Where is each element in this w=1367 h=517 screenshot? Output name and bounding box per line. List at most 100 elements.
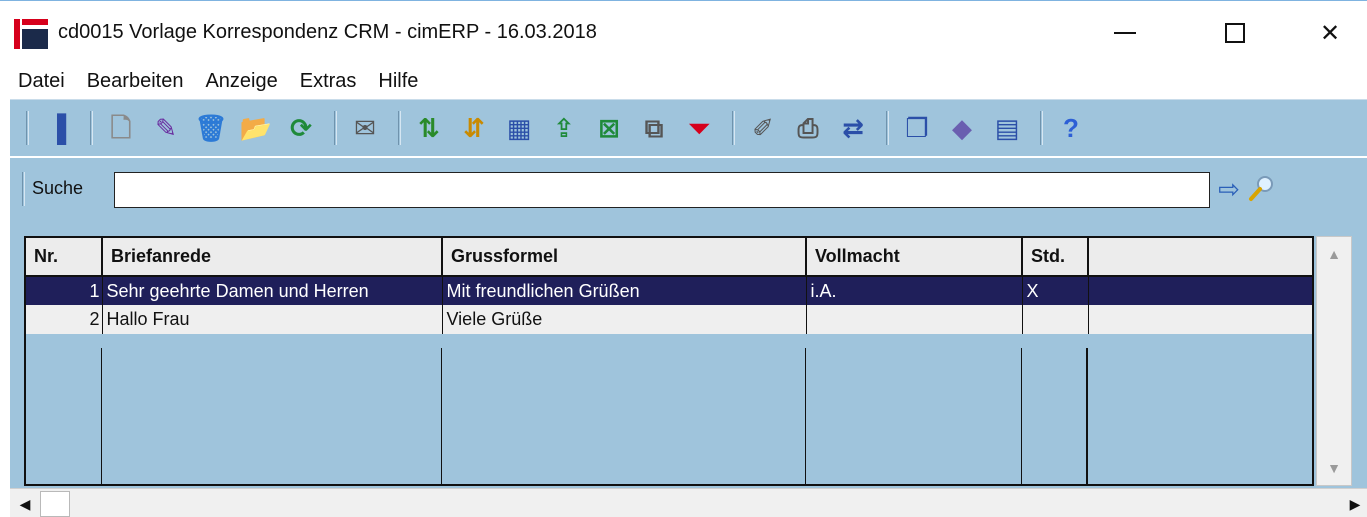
minimize-icon — [1114, 32, 1136, 34]
maximize-button[interactable] — [1205, 11, 1265, 55]
cell-vollmacht[interactable] — [806, 305, 1023, 334]
cell-std[interactable] — [1022, 305, 1089, 334]
table-header-row: Nr. Briefanrede Grussformel Vollmacht St… — [26, 238, 1312, 277]
column-header-empty[interactable] — [1088, 238, 1312, 277]
column-divider — [101, 348, 102, 484]
windows-button[interactable]: ❐ — [897, 106, 937, 150]
close-button[interactable]: ✕ — [1300, 11, 1360, 55]
copy-folder-button[interactable]: 📂 — [236, 106, 276, 150]
table-row[interactable]: 1 Sehr geehrte Damen und Herren Mit freu… — [26, 276, 1312, 305]
app-window: cd0015 Vorlage Korrespondenz CRM - cimER… — [0, 0, 1367, 517]
mail-button[interactable]: ✉ — [345, 106, 385, 150]
scroll-thumb[interactable] — [40, 491, 70, 517]
app-logo-icon — [14, 19, 48, 49]
search-label: Suche — [32, 178, 84, 198]
menu-bar: Datei Bearbeiten Anzeige Extras Hilfe — [0, 63, 1367, 99]
menu-anzeige[interactable]: Anzeige — [205, 70, 277, 93]
calendar-icon: ▤ — [994, 113, 1020, 143]
menu-hilfe[interactable]: Hilfe — [378, 70, 418, 93]
new-document-button[interactable]: 🗋 — [101, 106, 141, 150]
data-grid: Nr. Briefanrede Grussformel Vollmacht St… — [24, 236, 1314, 486]
close-icon: ✕ — [1319, 19, 1341, 47]
print-icon: ⎙ — [797, 113, 819, 143]
minimize-button[interactable] — [1095, 11, 1155, 55]
sort-descending-icon: ⇵ — [463, 113, 485, 143]
new-document-icon: 🗋 — [110, 113, 132, 143]
table-row[interactable]: 2 Hallo Frau Viele Grüße — [26, 305, 1312, 334]
scroll-up-icon[interactable]: ▲ — [1317, 237, 1351, 271]
print-button[interactable]: ⎙ — [788, 106, 828, 150]
copy-folder-icon: 📂 — [239, 113, 273, 143]
cell-vollmacht[interactable]: i.A. — [806, 276, 1023, 305]
column-header-vollmacht[interactable]: Vollmacht — [806, 238, 1023, 277]
column-divider — [1021, 348, 1022, 484]
search-input[interactable] — [114, 172, 1210, 208]
title-bar: cd0015 Vorlage Korrespondenz CRM - cimER… — [0, 1, 1367, 63]
filter-icon: ⏷ — [688, 113, 710, 143]
edit-pencil-button[interactable]: ✎ — [146, 106, 186, 150]
toolbar-separator — [334, 111, 337, 145]
magnifier-icon[interactable] — [1245, 172, 1277, 206]
sort-ascending-button[interactable]: ⇅ — [409, 106, 449, 150]
transfer-button[interactable]: ⇄ — [833, 106, 873, 150]
cell-extra[interactable] — [1088, 276, 1312, 305]
column-header-std[interactable]: Std. — [1022, 238, 1089, 277]
export-icon: ⇪ — [553, 113, 575, 143]
vertical-scrollbar[interactable]: ▲ ▼ — [1316, 236, 1352, 486]
toolbar-separator — [732, 111, 735, 145]
excel-button[interactable]: ⊠ — [589, 106, 629, 150]
edit-pencil-icon: ✎ — [155, 113, 177, 143]
help-icon: ? — [1063, 113, 1079, 143]
delete-bin-button[interactable]: 🗑 — [191, 106, 231, 150]
numbering-icon: ▦ — [506, 113, 532, 143]
column-divider — [805, 348, 806, 484]
menu-datei[interactable]: Datei — [18, 70, 65, 93]
refresh-button[interactable]: ⟳ — [281, 106, 321, 150]
scroll-left-icon[interactable]: ◀ — [10, 489, 40, 517]
cell-grussformel[interactable]: Mit freundlichen Grüßen — [442, 276, 807, 305]
menu-extras[interactable]: Extras — [300, 70, 357, 93]
cell-grussformel[interactable]: Viele Grüße — [442, 305, 807, 334]
horizontal-scrollbar[interactable]: ◀ ▶ — [10, 488, 1367, 517]
book-button[interactable]: ◆ — [942, 106, 982, 150]
export-button[interactable]: ⇪ — [544, 106, 584, 150]
cell-nr[interactable]: 1 — [26, 276, 103, 305]
properties-button[interactable]: ✐ — [743, 106, 783, 150]
column-header-nr[interactable]: Nr. — [26, 238, 103, 277]
search-go-arrow-icon[interactable]: ⇨ — [1215, 172, 1243, 206]
column-divider — [441, 348, 442, 484]
exit-button[interactable]: ▐ — [37, 106, 77, 150]
column-header-briefanrede[interactable]: Briefanrede — [102, 238, 443, 277]
scroll-right-icon[interactable]: ▶ — [1345, 489, 1365, 517]
windows-icon: ❐ — [905, 113, 929, 143]
refresh-icon: ⟳ — [290, 113, 312, 143]
grid-area: Nr. Briefanrede Grussformel Vollmacht St… — [10, 216, 1367, 488]
filter-button[interactable]: ⏷ — [679, 106, 719, 150]
numbering-button[interactable]: ▦ — [499, 106, 539, 150]
sort-descending-button[interactable]: ⇵ — [454, 106, 494, 150]
toolbar-separator — [1040, 111, 1043, 145]
menu-bearbeiten[interactable]: Bearbeiten — [87, 70, 184, 93]
cell-extra[interactable] — [1088, 305, 1312, 334]
exit-icon: ▐ — [47, 113, 67, 143]
excel-icon: ⊠ — [598, 113, 620, 143]
sort-ascending-icon: ⇅ — [418, 113, 440, 143]
cell-std[interactable]: X — [1022, 276, 1089, 305]
help-button[interactable]: ? — [1051, 106, 1091, 150]
properties-icon: ✐ — [752, 113, 774, 143]
cell-briefanrede[interactable]: Hallo Frau — [102, 305, 443, 334]
cell-briefanrede[interactable]: Sehr geehrte Damen und Herren — [102, 276, 443, 305]
cell-nr[interactable]: 2 — [26, 305, 103, 334]
toolbar-separator — [398, 111, 401, 145]
column-header-grussformel[interactable]: Grussformel — [442, 238, 807, 277]
scroll-down-icon[interactable]: ▼ — [1317, 451, 1351, 485]
calendar-button[interactable]: ▤ — [987, 106, 1027, 150]
empty-grid-area[interactable] — [26, 348, 1312, 484]
window-left-edge — [0, 99, 10, 517]
search-bar: Suche ⇨ — [10, 158, 1367, 216]
copy-button[interactable]: ⧉ — [634, 106, 674, 150]
copy-icon: ⧉ — [644, 113, 664, 143]
data-table: Nr. Briefanrede Grussformel Vollmacht St… — [26, 238, 1312, 334]
toolbar-separator — [90, 111, 93, 145]
toolbar-separator — [886, 111, 889, 145]
